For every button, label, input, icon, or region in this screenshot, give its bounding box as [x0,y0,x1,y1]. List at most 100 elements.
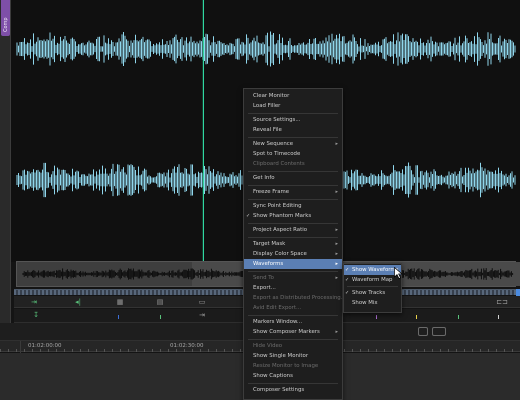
submenu-item-show-tracks[interactable]: Show Tracks ✓ [344,288,401,298]
menu-item-label: Resize Monitor to Image [253,363,319,369]
mouse-cursor-icon [394,267,403,279]
submenu-separator [347,286,398,287]
menu-item-label: Project Aspect Ratio [253,227,308,233]
menu-item-show-captions[interactable]: Show Captions [244,371,342,381]
menu-item-get-info[interactable]: Get Info [244,173,342,183]
marker-purple[interactable] [376,315,377,319]
lift-icon[interactable]: ⇥ [196,310,208,320]
menu-item-freeze-frame[interactable]: Freeze Frame ▸ [244,187,342,197]
submenu-arrow-icon: ▸ [335,189,338,195]
menu-item-new-sequence[interactable]: New Sequence ▸ [244,139,342,149]
settings-icon[interactable] [418,327,428,336]
checkmark-icon: ✓ [345,277,350,283]
menu-separator [248,338,338,340]
menu-item-project-aspect-ratio[interactable]: Project Aspect Ratio ▸ [244,225,342,235]
menu-item-display-color-space[interactable]: Display Color Space ▸ [244,249,342,259]
splice-in-icon[interactable]: ↧ [30,310,42,320]
list-icon[interactable]: ▤ [154,297,166,307]
submenu-arrow-icon: ▸ [335,251,338,257]
menu-item-send-to: Send To ▸ [244,273,342,283]
submenu-arrow-icon: ▸ [335,275,338,281]
submenu-item-label: Show Tracks [352,290,386,296]
menu-item-label: Avid Edit Export... [253,305,302,311]
menu-separator [248,236,338,238]
step-back-icon[interactable]: ◂| [72,297,84,307]
menu-item-label: Clear Monitor [253,93,290,99]
menu-item-label: Export as Distributed Processing... [253,295,346,301]
submenu-item-show-mix[interactable]: Show Mix [344,298,401,308]
menu-item-waveforms[interactable]: Waveforms ▸ [244,259,342,269]
marker-white[interactable] [498,315,499,319]
menu-item-label: Target Mask [253,241,286,247]
submenu-item-label: Show Waveforms [352,267,399,273]
overwrite-icon[interactable]: ⊏⊐ [496,297,508,307]
clip-color-tab[interactable]: Comp [1,0,10,36]
menu-item-hide-video: Hide Video [244,341,342,351]
menu-item-label: New Sequence [253,141,294,147]
mark-in-icon[interactable]: ⇥ [28,297,40,307]
menu-item-target-mask[interactable]: Target Mask ▸ [244,239,342,249]
menu-separator [248,270,338,272]
menu-item-label: Source Settings... [253,117,301,123]
menu-separator [248,314,338,316]
menu-item-show-single-monitor[interactable]: Show Single Monitor [244,351,342,361]
checkmark-icon: ✓ [246,213,251,219]
submenu-arrow-icon: ▸ [335,227,338,233]
menu-item-label: Get Info [253,175,275,181]
menu-item-export-as-distributed-processing: Export as Distributed Processing... [244,293,346,303]
submenu-item-label: Waveform Map [352,277,393,283]
menu-item-show-composer-markers[interactable]: Show Composer Markers ▸ [244,327,342,337]
monitor-view-icon[interactable] [432,327,446,336]
checkmark-icon: ✓ [345,290,350,296]
menu-item-label: Show Phantom Marks [253,213,312,219]
marker-green[interactable] [160,315,161,319]
menu-item-sync-point-editing[interactable]: Sync Point Editing [244,201,342,211]
submenu-item-label: Show Mix [352,300,378,306]
menu-separator [248,112,338,114]
menu-item-label: Show Single Monitor [253,353,309,359]
checkmark-icon: ✓ [345,267,350,273]
submenu-arrow-icon: ▸ [335,329,338,335]
menu-item-label: Load Filler [253,103,281,109]
monitor-icon[interactable]: ▭ [196,297,208,307]
menu-item-resize-monitor-to-image: Resize Monitor to Image [244,361,342,371]
menu-separator [248,382,338,384]
menu-item-label: Clipboard Contents [253,161,305,167]
menu-item-label: Freeze Frame [253,189,290,195]
clip-side-tab: Comp [0,0,11,352]
menu-item-label: Hide Video [253,343,283,349]
menu-separator [248,184,338,186]
menu-item-label: Spot to Timecode [253,151,301,157]
menu-item-label: Send To [253,275,274,281]
audio-waveform-track-1 [16,31,516,67]
grid-icon[interactable]: ▦ [114,297,126,307]
menu-item-label: Show Captions [253,373,293,379]
menu-separator [248,170,338,172]
submenu-item-waveform-map[interactable]: Waveform Map ✓ [344,275,401,285]
menu-item-label: Display Color Space [253,251,307,257]
menu-item-source-settings[interactable]: Source Settings... [244,115,342,125]
menu-item-label: Sync Point Editing [253,203,302,209]
marker-yellow[interactable] [416,315,417,319]
menu-item-clear-monitor[interactable]: Clear Monitor [244,91,342,101]
menu-item-export[interactable]: Export... [244,283,342,293]
clip-tab-label: Comp [3,17,9,32]
submenu-item-show-waveforms[interactable]: Show Waveforms ✓ [344,265,401,275]
context-menu: Clear Monitor Load Filler Source Settings.… [243,88,346,400]
marker-green-2[interactable] [458,315,459,319]
menu-item-show-phantom-marks[interactable]: Show Phantom Marks ✓ [244,211,342,221]
menu-item-spot-to-timecode[interactable]: Spot to Timecode [244,149,342,159]
menu-separator [248,222,338,224]
menu-item-label: Show Composer Markers [253,329,320,335]
marker-blue[interactable] [118,315,119,319]
menu-item-load-filler[interactable]: Load Filler [244,101,342,111]
menu-item-reveal-file[interactable]: Reveal File [244,125,342,135]
menu-item-clipboard-contents: Clipboard Contents [244,159,342,169]
menu-item-composer-settings[interactable]: Composer Settings [244,385,342,395]
submenu-arrow-icon: ▸ [335,261,338,267]
menu-item-label: Composer Settings [253,387,305,393]
menu-item-markers-window[interactable]: Markers Window... [244,317,342,327]
submenu-arrow-icon: ▸ [335,241,338,247]
menu-separator [248,136,338,138]
position-bar-handle[interactable] [516,289,520,296]
